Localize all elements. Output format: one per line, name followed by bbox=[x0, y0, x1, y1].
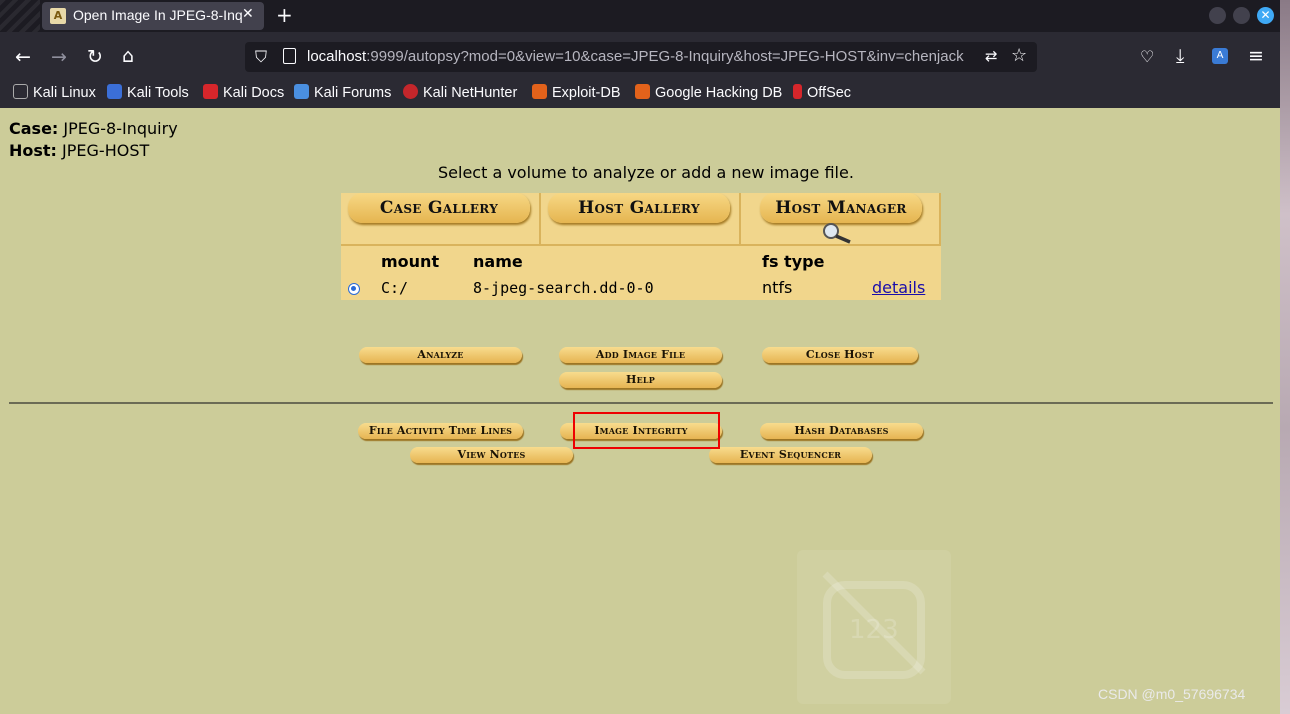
close-host-button[interactable]: Close Host bbox=[762, 347, 918, 363]
col-header-mount: mount bbox=[381, 252, 440, 271]
tracking-shield-icon[interactable]: ⛉ bbox=[255, 47, 267, 67]
watermark: CSDN @m0_57696734 bbox=[1098, 686, 1246, 702]
autopsy-favicon-icon: A bbox=[50, 8, 66, 24]
details-link[interactable]: details bbox=[872, 278, 925, 297]
kali-dragon-icon bbox=[13, 84, 28, 99]
bookmark-kali-docs[interactable]: Kali Docs bbox=[203, 84, 284, 101]
back-arrow-icon[interactable]: ← bbox=[15, 47, 31, 67]
minimize-window-button[interactable] bbox=[1209, 7, 1226, 24]
bookmarks-toolbar: Kali Linux Kali Tools Kali Docs Kali For… bbox=[0, 80, 1290, 108]
col-header-name: name bbox=[473, 252, 523, 271]
host-line: Host: JPEG-HOST bbox=[9, 141, 150, 160]
view-notes-button[interactable]: View Notes bbox=[410, 447, 573, 463]
bookmark-kali-forums[interactable]: Kali Forums bbox=[294, 84, 391, 101]
col-header-fs-type: fs type bbox=[762, 252, 825, 271]
faint-overlay-graphic: 123 bbox=[797, 550, 951, 704]
divider bbox=[9, 402, 1273, 404]
case-gallery-tab[interactable]: Case Gallery bbox=[348, 193, 530, 223]
instruction-text: Select a volume to analyze or add a new … bbox=[438, 163, 854, 182]
browser-tab[interactable]: A Open Image In JPEG-8-Inquiry ✕ bbox=[42, 2, 264, 30]
url-text[interactable]: localhost:9999/autopsy?mod=0&view=10&cas… bbox=[307, 48, 977, 65]
volume-radio-button[interactable] bbox=[348, 283, 360, 295]
google-hacking-db-icon bbox=[635, 84, 650, 99]
cell-name: 8-jpeg-search.dd-0-0 bbox=[473, 279, 654, 297]
new-tab-button[interactable]: + bbox=[276, 3, 293, 27]
host-gallery-tab[interactable]: Host Gallery bbox=[548, 193, 730, 223]
magnifier-icon bbox=[822, 222, 851, 244]
case-line: Case: JPEG-8-Inquiry bbox=[9, 119, 178, 138]
bookmark-exploit-db[interactable]: Exploit-DB bbox=[532, 84, 621, 101]
desktop-edge bbox=[1280, 0, 1290, 714]
analyze-button[interactable]: Analyze bbox=[359, 347, 522, 363]
offsec-icon bbox=[793, 84, 802, 99]
host-manager-tab[interactable]: Host Manager bbox=[760, 193, 922, 223]
bookmark-kali-linux[interactable]: Kali Linux bbox=[13, 84, 96, 101]
bookmark-star-icon[interactable]: ☆ bbox=[1011, 45, 1027, 66]
kali-nethunter-icon bbox=[403, 84, 418, 99]
close-window-button[interactable]: ✕ bbox=[1257, 7, 1274, 24]
url-host: localhost bbox=[307, 48, 367, 65]
kali-tools-icon bbox=[107, 84, 122, 99]
add-image-file-button[interactable]: Add Image File bbox=[559, 347, 722, 363]
host-name: JPEG-HOST bbox=[62, 141, 150, 160]
pocket-icon[interactable]: ♡ bbox=[1140, 47, 1154, 67]
file-activity-time-lines-button[interactable]: File Activity Time Lines bbox=[358, 423, 523, 439]
reload-icon[interactable]: ↻ bbox=[87, 47, 103, 67]
page-info-icon[interactable] bbox=[283, 48, 296, 64]
kali-forums-icon bbox=[294, 84, 309, 99]
kali-docs-icon bbox=[203, 84, 218, 99]
address-bar[interactable]: ⛉ localhost:9999/autopsy?mod=0&view=10&c… bbox=[245, 42, 1037, 72]
bookmark-kali-tools[interactable]: Kali Tools bbox=[107, 84, 189, 101]
event-sequencer-button[interactable]: Event Sequencer bbox=[709, 447, 872, 463]
home-icon[interactable]: ⌂ bbox=[122, 46, 134, 66]
translate-page-icon[interactable]: ⇄ bbox=[985, 47, 998, 65]
translate-extension-icon[interactable]: A bbox=[1212, 48, 1228, 64]
hash-databases-button[interactable]: Hash Databases bbox=[760, 423, 923, 439]
highlight-box bbox=[573, 412, 720, 449]
bookmark-kali-nethunter[interactable]: Kali NetHunter bbox=[403, 84, 517, 101]
tab-strip-decoration bbox=[0, 0, 40, 32]
url-path: :9999/autopsy?mod=0&view=10&case=JPEG-8-… bbox=[366, 48, 964, 65]
tab-strip: A Open Image In JPEG-8-Inquiry ✕ + ✕ bbox=[0, 0, 1290, 32]
help-button[interactable]: Help bbox=[559, 372, 722, 388]
tab-title: Open Image In JPEG-8-Inquiry bbox=[73, 7, 243, 23]
cell-mount: C:/ bbox=[381, 279, 409, 297]
no-numbers-icon: 123 bbox=[822, 571, 926, 679]
bookmark-google-hacking-db[interactable]: Google Hacking DB bbox=[635, 84, 782, 101]
tab-close-icon[interactable]: ✕ bbox=[242, 6, 254, 22]
radio-selected-dot bbox=[351, 286, 356, 291]
maximize-window-button[interactable] bbox=[1233, 7, 1250, 24]
forward-arrow-icon[interactable]: → bbox=[51, 47, 67, 67]
case-name: JPEG-8-Inquiry bbox=[63, 119, 178, 138]
downloads-icon[interactable]: ⤓ bbox=[1176, 46, 1184, 66]
exploit-db-icon bbox=[532, 84, 547, 99]
bookmark-offsec[interactable]: OffSec bbox=[793, 84, 851, 101]
menu-icon[interactable]: ≡ bbox=[1248, 46, 1264, 66]
cell-fs-type: ntfs bbox=[762, 278, 793, 297]
